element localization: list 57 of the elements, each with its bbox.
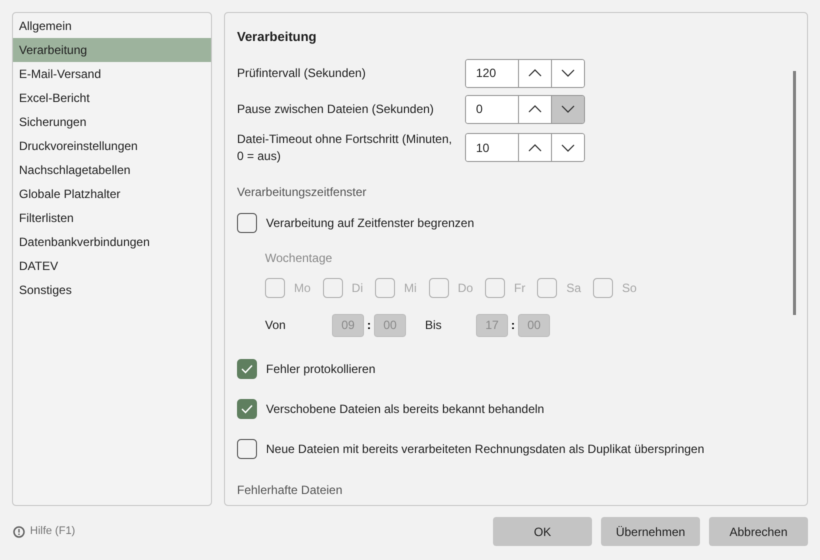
section-heading: Verarbeitungszeitfenster xyxy=(237,184,368,200)
dialog-button[interactable]: Übernehmen xyxy=(601,517,700,546)
dialog-button[interactable]: Abbrechen xyxy=(709,517,808,546)
sidebar-item[interactable]: Allgemein xyxy=(13,14,211,38)
sidebar-item[interactable]: Globale Platzhalter xyxy=(13,182,211,206)
checkbox[interactable] xyxy=(237,438,257,458)
checkmark-icon xyxy=(241,364,253,374)
time-separator: : xyxy=(510,317,516,334)
chevron-down-icon xyxy=(561,105,575,113)
chevron-down-icon xyxy=(561,144,575,152)
spin-box[interactable]: 10 xyxy=(465,133,585,162)
checkbox-label: Mo xyxy=(294,280,311,296)
section-heading: Fehlerhafte Dateien xyxy=(237,482,344,498)
sidebar-item[interactable]: Filterlisten xyxy=(13,206,211,230)
chevron-up-icon xyxy=(528,105,542,113)
sidebar-item[interactable]: Sicherungen xyxy=(13,110,211,134)
checkbox-label: Fehler protokollieren xyxy=(266,360,376,378)
checkmark-icon xyxy=(241,404,253,414)
checkbox-label: Verschobene Dateien als bereits bekannt behandeln xyxy=(266,400,544,418)
checkbox-label: Fr xyxy=(514,280,526,296)
from-label: Von xyxy=(265,317,287,334)
time-separator: : xyxy=(366,317,372,334)
sidebar-item[interactable]: Nachschlagetabellen xyxy=(13,158,211,182)
checkbox-label: Verarbeitung auf Zeitfenster begrenzen xyxy=(266,214,474,232)
decrement-button[interactable] xyxy=(551,96,584,122)
spin-box[interactable]: 120 xyxy=(465,58,585,88)
decrement-button[interactable] xyxy=(551,134,584,161)
to-label: Bis xyxy=(425,317,443,334)
checkbox-label: So xyxy=(622,280,637,296)
sidebar-item[interactable]: Sonstiges xyxy=(13,278,211,302)
sidebar-item[interactable]: E-Mail-Versand xyxy=(13,62,211,86)
field-label: Datei-Timeout ohne Fortschritt (Minuten, 0 = aus) xyxy=(237,130,453,164)
checkbox-label: Sa xyxy=(566,280,582,296)
checkbox-label: Do xyxy=(458,280,474,296)
panel-title: Verarbeitung xyxy=(237,28,318,46)
dialog-button[interactable]: OK xyxy=(493,517,592,546)
checkbox-label: Neue Dateien mit bereits verarbeiteten Rechnungsdaten als Duplikat überspringen xyxy=(266,440,704,458)
sidebar-item[interactable]: Datenbankverbindungen xyxy=(13,230,211,254)
spin-box[interactable]: 0 xyxy=(465,94,585,124)
sidebar-item[interactable]: DATEV xyxy=(13,254,211,278)
checkbox[interactable] xyxy=(237,398,257,418)
scrollbar-thumb[interactable] xyxy=(793,71,796,315)
help-link[interactable]: Hilfe (F1) xyxy=(30,523,76,540)
weekdays-label: Wochentage xyxy=(265,250,334,266)
checkbox-label: Di xyxy=(352,280,364,296)
help-icon xyxy=(13,526,25,538)
chevron-up-icon xyxy=(528,144,542,152)
chevron-down-icon xyxy=(561,69,575,77)
sidebar-item[interactable]: Verarbeitung xyxy=(13,38,211,62)
sidebar-item[interactable]: Druckvoreinstellungen xyxy=(13,134,211,158)
checkbox-label: Mi xyxy=(404,280,417,296)
decrement-button[interactable] xyxy=(551,60,584,86)
chevron-up-icon xyxy=(528,69,542,77)
checkbox[interactable] xyxy=(237,358,257,378)
field-label: Prüfintervall (Sekunden) xyxy=(237,64,367,82)
field-label: Pause zwischen Dateien (Sekunden) xyxy=(237,100,435,118)
sidebar-item[interactable]: Excel-Bericht xyxy=(13,86,211,110)
